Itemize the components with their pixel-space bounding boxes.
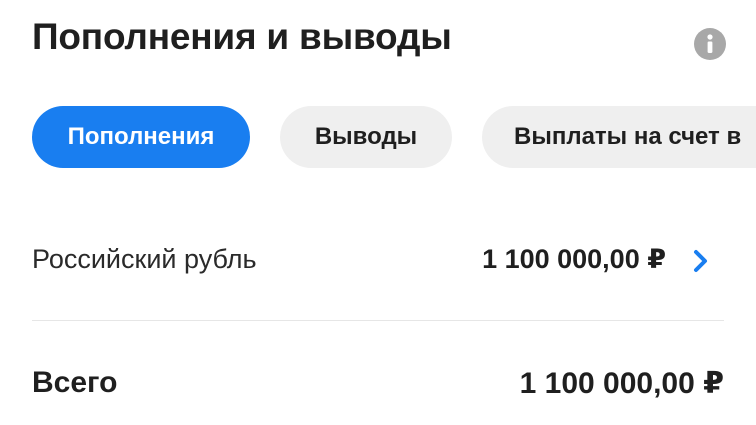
total-amount: 1 100 000,00 ₽ xyxy=(519,367,724,400)
page-title: Пополнения и выводы xyxy=(32,16,452,57)
info-icon[interactable] xyxy=(694,28,726,60)
chevron-right-icon[interactable] xyxy=(690,248,712,274)
currency-label: Российский рубль xyxy=(32,244,257,274)
info-glyph xyxy=(707,34,713,53)
tab-bar: Пополнения Выводы Выплаты на счет в xyxy=(32,106,756,168)
page-header: Пополнения и выводы xyxy=(32,14,732,74)
divider xyxy=(32,320,724,321)
currency-amount: 1 100 000,00 ₽ xyxy=(482,244,666,274)
tab-payouts-to-account[interactable]: Выплаты на счет в xyxy=(482,106,756,168)
tab-withdrawals[interactable]: Выводы xyxy=(280,106,452,168)
currency-row-rub[interactable]: Российский рубль 1 100 000,00 ₽ xyxy=(32,232,724,288)
total-label: Всего xyxy=(32,366,118,399)
total-row: Всего 1 100 000,00 ₽ xyxy=(32,360,724,410)
tab-deposits[interactable]: Пополнения xyxy=(32,106,250,168)
